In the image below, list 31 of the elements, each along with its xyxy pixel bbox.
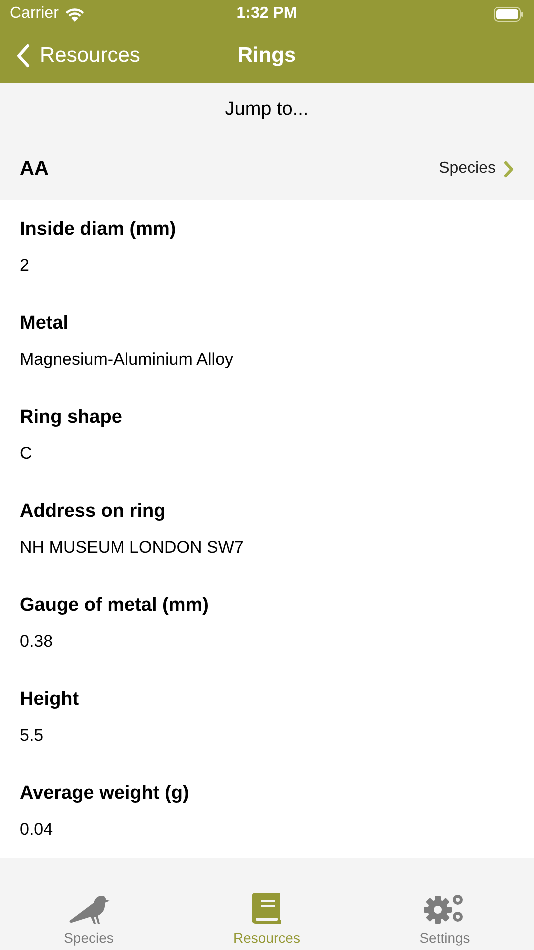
field-value: 5.5 <box>20 724 45 746</box>
section-title: AA <box>20 157 49 182</box>
species-link[interactable]: Species <box>439 157 514 181</box>
field-label: Height <box>20 688 80 712</box>
book-icon <box>252 893 282 926</box>
battery-icon <box>494 6 524 22</box>
back-button[interactable]: Resources <box>0 40 140 72</box>
tab-bar-item[interactable]: Species <box>0 885 178 950</box>
bird-icon <box>68 894 110 926</box>
jump-to-button[interactable]: Jump to... <box>225 96 309 125</box>
gears-icon <box>424 893 466 926</box>
field-value: Magnesium-Aluminium Alloy <box>20 348 235 370</box>
field-value: C <box>20 442 34 464</box>
carrier-label: Carrier <box>10 4 59 24</box>
field-value: NH MUSEUM LONDON SW7 <box>20 536 245 558</box>
field-value: 0.38 <box>20 630 54 652</box>
field-label: Gauge of metal (mm) <box>20 594 210 618</box>
status-time: 1:32 PM <box>236 4 298 24</box>
wifi-icon <box>64 6 85 22</box>
field-value: 0.04 <box>20 818 54 840</box>
field-label: Inside diam (mm) <box>20 218 178 242</box>
field-label: Address on ring <box>20 500 167 524</box>
tab-bar-item[interactable]: Resources <box>178 885 356 950</box>
screen-title: Rings <box>238 42 296 69</box>
field-label: Ring shape <box>20 406 124 430</box>
field-label: Average weight (g) <box>20 782 190 806</box>
field-value: 2 <box>20 254 30 276</box>
back-chevron-icon <box>16 44 30 68</box>
chevron-right-icon <box>504 160 514 178</box>
tab-bar-item[interactable]: Settings <box>356 885 534 950</box>
field-label: Metal <box>20 312 70 336</box>
